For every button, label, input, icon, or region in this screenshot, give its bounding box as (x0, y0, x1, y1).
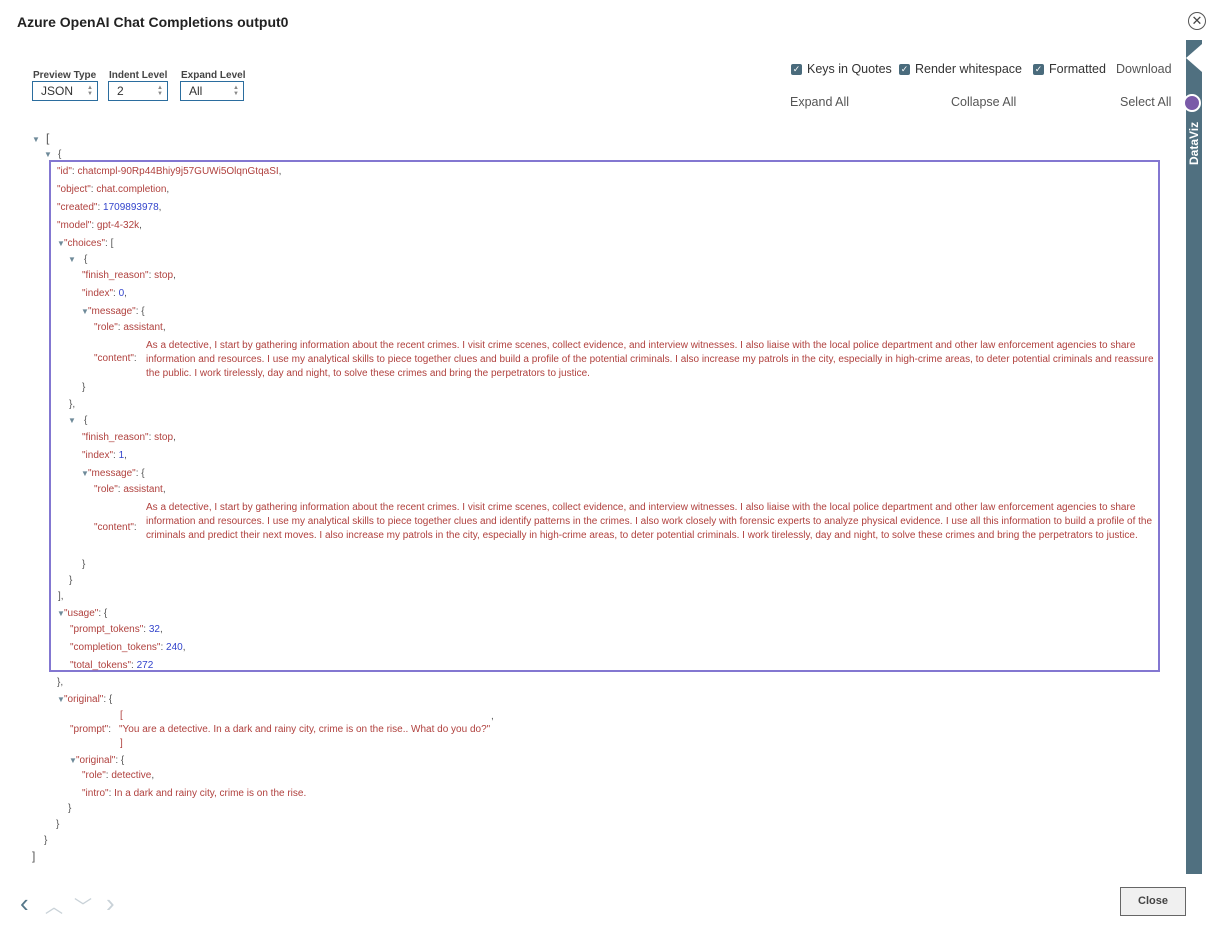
close-icon[interactable]: ✕ (1188, 12, 1206, 30)
json-key-content[interactable]: "content": (94, 522, 137, 533)
json-row-original[interactable]: "original": { (64, 694, 112, 705)
preview-type-value: JSON (41, 84, 74, 98)
brace: { (84, 254, 88, 265)
dataviz-label: DataViz (1187, 121, 1201, 165)
json-row-index[interactable]: "index": 0, (82, 288, 127, 299)
render-whitespace-label: Render whitespace (915, 62, 1023, 76)
bracket: [ (46, 131, 50, 145)
indent-level-select[interactable]: 2 ▲ ▼ (108, 81, 168, 101)
window-title: Azure OpenAI Chat Completions output0 (17, 14, 289, 30)
formatted-label: Formatted (1049, 62, 1106, 76)
indent-level-value: 2 (117, 84, 124, 98)
up-icon[interactable]: ︿ (45, 894, 63, 920)
brace: } (82, 382, 86, 393)
prev-icon[interactable]: ‹ (20, 890, 29, 916)
close-button[interactable]: Close (1120, 887, 1186, 916)
json-row-index[interactable]: "index": 1, (82, 450, 127, 461)
selection-highlight (49, 160, 1160, 672)
brace: { (58, 149, 62, 160)
json-row-finish-reason[interactable]: "finish_reason": stop, (82, 432, 176, 443)
json-row-model[interactable]: "model": gpt-4-32k, (57, 220, 142, 231)
brace: } (44, 835, 48, 846)
select-all-button[interactable]: Select All (1120, 95, 1171, 109)
json-key-content[interactable]: "content": (94, 353, 137, 364)
keys-in-quotes-label: Keys in Quotes (807, 62, 892, 76)
spinner-icon: ▲ ▼ (87, 85, 93, 97)
json-row-finish-reason[interactable]: "finish_reason": stop, (82, 270, 176, 281)
render-whitespace-checkbox[interactable]: ✓ (899, 64, 910, 75)
down-icon[interactable]: ﹀ (74, 894, 92, 920)
keys-in-quotes-checkbox[interactable]: ✓ (791, 64, 802, 75)
collapse-choice-1-icon[interactable]: ▼ (68, 417, 76, 425)
bracket: ] (32, 849, 36, 863)
brace: } (82, 559, 86, 570)
json-value-content[interactable]: As a detective, I start by gathering inf… (146, 501, 1156, 543)
brace: }, (57, 677, 64, 688)
json-row-total-tokens[interactable]: "total_tokens": 272 (70, 660, 153, 671)
json-row-usage[interactable]: "usage": { (64, 608, 107, 619)
json-value-prompt[interactable]: "You are a detective. In a dark and rain… (119, 724, 490, 735)
json-row-role[interactable]: "role": assistant, (94, 484, 166, 495)
json-row-prompt-tokens[interactable]: "prompt_tokens": 32, (70, 624, 163, 635)
brace: } (56, 819, 60, 830)
download-button[interactable]: Download (1116, 62, 1172, 76)
collapse-all-button[interactable]: Collapse All (951, 95, 1016, 109)
json-row-id[interactable]: "id": chatcmpl-90Rp44Bhiy9j57GUWi5OlqnGt… (57, 166, 281, 177)
collapse-object-icon[interactable]: ▼ (44, 151, 52, 159)
json-row-choices[interactable]: "choices": [ (64, 238, 113, 249)
json-row-message[interactable]: "message": { (88, 468, 145, 479)
brace: { (84, 415, 88, 426)
json-value-content[interactable]: As a detective, I start by gathering inf… (146, 339, 1156, 381)
bracket: ], (58, 591, 64, 602)
json-row-object[interactable]: "object": chat.completion, (57, 184, 169, 195)
comma: , (491, 711, 494, 722)
brace: } (68, 803, 72, 814)
dataviz-toggle-icon[interactable] (1183, 94, 1201, 112)
collapse-choice-0-icon[interactable]: ▼ (68, 256, 76, 264)
brace: } (69, 575, 73, 586)
next-icon[interactable]: › (106, 890, 115, 916)
dataviz-sidebar[interactable] (1186, 40, 1202, 874)
bracket: [ (120, 710, 123, 721)
expand-level-select[interactable]: All ▲ ▼ (180, 81, 244, 101)
sidebar-notch (1186, 44, 1202, 72)
formatted-checkbox[interactable]: ✓ (1033, 64, 1044, 75)
expand-level-value: All (189, 84, 203, 98)
json-row-inner-original[interactable]: "original": { (76, 755, 124, 766)
json-row-role[interactable]: "role": detective, (82, 770, 154, 781)
json-row-message[interactable]: "message": { (88, 306, 145, 317)
expand-all-button[interactable]: Expand All (790, 95, 849, 109)
expand-level-label: Expand Level (181, 70, 246, 81)
bracket: ] (120, 738, 123, 749)
preview-type-label: Preview Type (33, 70, 97, 81)
preview-type-select[interactable]: JSON ▲ ▼ (32, 81, 98, 101)
spinner-icon: ▲ ▼ (157, 85, 163, 97)
json-row-created[interactable]: "created": 1709893978, (57, 202, 161, 213)
json-row-completion-tokens[interactable]: "completion_tokens": 240, (70, 642, 186, 653)
json-row-intro[interactable]: "intro": In a dark and rainy city, crime… (82, 788, 306, 799)
json-key-prompt[interactable]: "prompt": (70, 724, 111, 735)
json-row-role[interactable]: "role": assistant, (94, 322, 166, 333)
collapse-root-icon[interactable]: ▼ (32, 136, 40, 144)
spinner-icon: ▲ ▼ (233, 85, 239, 97)
indent-level-label: Indent Level (109, 70, 168, 81)
brace: }, (69, 399, 76, 410)
